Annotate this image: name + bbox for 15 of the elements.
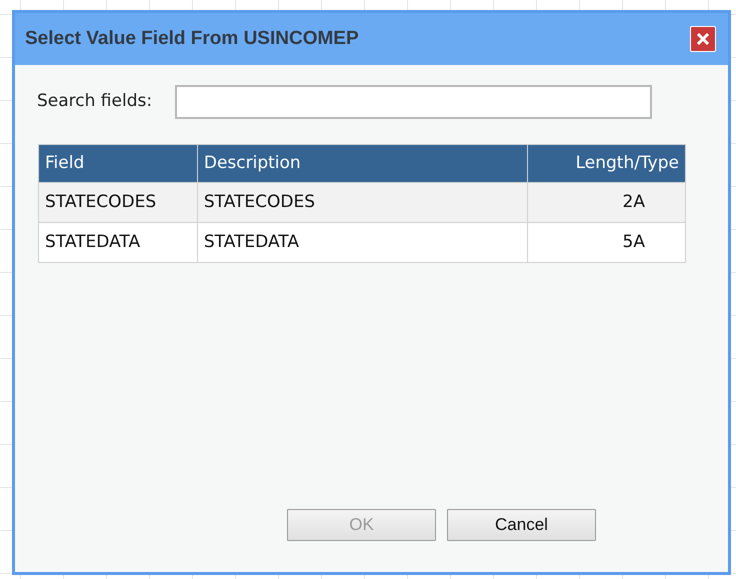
column-header[interactable]: Field xyxy=(38,144,198,182)
column-header[interactable]: Description xyxy=(197,144,528,182)
dialog-title: Select Value Field From USINCOMEP xyxy=(25,26,359,51)
table-cell: STATECODES xyxy=(38,182,198,222)
search-label: Search fields: xyxy=(37,90,152,114)
close-icon xyxy=(696,32,710,46)
table-cell: 2A xyxy=(528,182,686,222)
table-cell: STATEDATA xyxy=(38,222,198,262)
search-field[interactable] xyxy=(175,85,652,119)
column-header[interactable]: Length/Type xyxy=(528,144,686,182)
close-button[interactable] xyxy=(690,26,716,52)
table-cell: 5A xyxy=(528,222,686,262)
dialog-button[interactable]: Cancel xyxy=(447,509,596,541)
table-cell: STATEDATA xyxy=(197,222,528,262)
table-cell: STATECODES xyxy=(197,182,528,222)
